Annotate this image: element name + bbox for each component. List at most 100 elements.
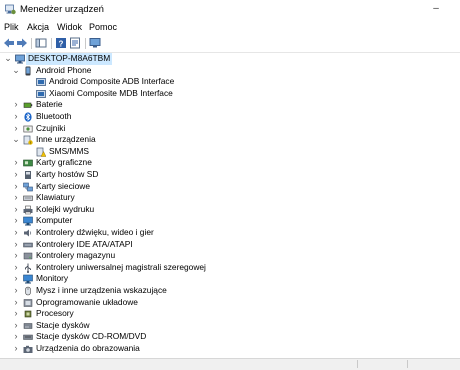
usb-icon xyxy=(25,263,31,273)
menu-plik[interactable]: Plik xyxy=(4,22,19,32)
toolbar: ? xyxy=(0,35,460,53)
tree-item[interactable]: Xiaomi Composite MDB Interface xyxy=(0,88,460,100)
show-hide-console-tree-icon[interactable] xyxy=(35,37,47,49)
back-icon[interactable] xyxy=(3,37,15,49)
menu-pomoc[interactable]: Pomoc xyxy=(89,22,117,32)
tree-item[interactable]: › Kontrolery dźwięku, wideo i gier xyxy=(0,227,460,239)
expand-arrow-icon[interactable]: › xyxy=(12,331,20,342)
expand-arrow-icon[interactable]: › xyxy=(12,123,20,134)
tree-item[interactable]: ⌄ Android Phone xyxy=(0,65,460,77)
expand-arrow-icon[interactable]: › xyxy=(12,169,20,180)
tree-item[interactable]: › Procesory xyxy=(0,308,460,320)
ide-icon xyxy=(23,242,33,247)
tree-item-label: Android Composite ADB Interface xyxy=(49,76,175,87)
tree-item[interactable]: › Karty graficzne xyxy=(0,157,460,169)
tree-item[interactable]: › Bluetooth xyxy=(0,111,460,123)
monitor-icon xyxy=(23,275,33,284)
other-icon: ! xyxy=(23,135,33,145)
expand-arrow-icon[interactable]: › xyxy=(12,157,20,168)
collapse-arrow-icon[interactable]: ⌄ xyxy=(4,53,12,64)
tree-item-label: SMS/MMS xyxy=(49,145,90,156)
tree-item-label: Urządzenia do obrazowania xyxy=(36,343,140,353)
tree-item[interactable]: › Komputer xyxy=(0,215,460,227)
menu-bar: Plik Akcja Widok Pomoc xyxy=(0,20,460,35)
status-divider xyxy=(407,360,408,368)
properties-icon[interactable] xyxy=(69,37,81,49)
expand-arrow-icon[interactable]: › xyxy=(12,192,20,203)
keyboard-icon xyxy=(23,195,33,201)
sensor-icon xyxy=(23,125,33,132)
expand-arrow-icon[interactable]: › xyxy=(12,215,20,226)
expand-arrow-icon[interactable]: › xyxy=(12,204,20,215)
tree-item[interactable]: ⌄ DESKTOP-M8A6TBM xyxy=(0,53,460,65)
tree-item[interactable]: › Mysz i inne urządzenia wskazujące xyxy=(0,285,460,297)
tree-item[interactable]: › Kontrolery magazynu xyxy=(0,250,460,262)
expand-arrow-icon[interactable]: › xyxy=(12,111,20,122)
help-icon[interactable]: ? xyxy=(55,37,67,49)
tree-item-label: Bluetooth xyxy=(36,111,72,121)
tree-item[interactable]: › Karty sieciowe xyxy=(0,181,460,193)
tree-item-label: Karty hostów SD xyxy=(36,169,99,179)
tree-item-label: Kontrolery magazynu xyxy=(36,250,116,261)
dvd-icon xyxy=(23,335,33,341)
tree-item[interactable]: SMS/MMS xyxy=(0,146,460,158)
device-tree[interactable]: ⌄ DESKTOP-M8A6TBM ⌄ Android Phone Android Co… xyxy=(0,53,460,358)
tree-item[interactable]: › Klawiatury xyxy=(0,192,460,204)
tree-item[interactable]: Android Composite ADB Interface xyxy=(0,76,460,88)
expand-arrow-icon[interactable]: › xyxy=(12,227,20,238)
expand-arrow-icon[interactable]: › xyxy=(12,262,20,273)
collapse-arrow-icon[interactable]: ⌄ xyxy=(12,65,20,76)
expand-arrow-icon[interactable]: › xyxy=(12,273,20,284)
tree-item[interactable]: › Kolejki wydruku xyxy=(0,204,460,216)
expand-arrow-icon[interactable]: › xyxy=(12,250,20,261)
expand-arrow-icon[interactable]: › xyxy=(12,297,20,308)
toolbar-separator xyxy=(31,38,32,49)
minimize-button[interactable]: – xyxy=(424,2,448,18)
network-icon xyxy=(23,182,33,191)
firmware-icon xyxy=(23,298,33,307)
tree-item-label: Klawiatury xyxy=(36,192,75,203)
warning-device-icon xyxy=(36,147,46,157)
tree-item[interactable]: › Oprogramowanie układowe xyxy=(0,297,460,309)
tree-item[interactable]: › Baterie xyxy=(0,99,460,111)
toolbar-separator xyxy=(51,38,52,49)
tree-item-label: Czujniki xyxy=(36,122,66,133)
expand-arrow-icon[interactable]: › xyxy=(12,181,20,192)
tree-item[interactable]: › Karty hostów SD xyxy=(0,169,460,181)
expand-arrow-icon[interactable]: › xyxy=(12,285,20,296)
tree-item[interactable]: › Stacje dysków CD-ROM/DVD xyxy=(0,331,460,343)
monitor-icon[interactable] xyxy=(89,37,101,49)
sound-icon xyxy=(24,229,32,237)
printer-icon xyxy=(23,205,33,215)
tree-item[interactable]: › Stacje dysków xyxy=(0,320,460,332)
expand-arrow-icon[interactable]: › xyxy=(12,99,20,110)
status-bar xyxy=(0,358,460,370)
collapse-arrow-icon[interactable]: ⌄ xyxy=(12,134,20,145)
tree-item[interactable]: › Urządzenia do obrazowania xyxy=(0,343,460,355)
tree-item-label: Monitory xyxy=(36,273,69,284)
expand-arrow-icon[interactable]: › xyxy=(12,239,20,250)
tree-item[interactable]: ⌄! Inne urządzenia xyxy=(0,134,460,146)
storage-icon xyxy=(23,252,33,260)
tree-item[interactable]: › Czujniki xyxy=(0,123,460,135)
tree-item-label: Android Phone xyxy=(36,64,92,75)
tree-item[interactable]: › Kontrolery IDE ATA/ATAPI xyxy=(0,239,460,251)
expand-arrow-icon[interactable]: › xyxy=(12,308,20,319)
tree-item-label: DESKTOP-M8A6TBM xyxy=(26,53,113,65)
menu-akcja[interactable]: Akcja xyxy=(27,22,49,32)
forward-icon[interactable] xyxy=(16,37,28,49)
tree-item[interactable]: › Kontrolery uniwersalnej magistrali szer… xyxy=(0,262,460,274)
tree-item-label: Xiaomi Composite MDB Interface xyxy=(49,87,173,98)
tree-item-label: Kontrolery dźwięku, wideo i gier xyxy=(36,227,154,237)
tree-item-label: Stacje dysków xyxy=(36,319,90,330)
menu-widok[interactable]: Widok xyxy=(57,22,82,32)
tree-item-label: Inne urządzenia xyxy=(36,134,96,145)
expand-arrow-icon[interactable]: › xyxy=(12,343,20,354)
expand-arrow-icon[interactable]: › xyxy=(12,320,20,331)
battery-icon xyxy=(23,103,33,109)
toolbar-separator xyxy=(85,38,86,49)
tree-item-label: Baterie xyxy=(36,99,63,110)
disk-icon xyxy=(23,323,33,329)
device-manager-icon xyxy=(5,4,16,15)
tree-item[interactable]: › Monitory xyxy=(0,273,460,285)
